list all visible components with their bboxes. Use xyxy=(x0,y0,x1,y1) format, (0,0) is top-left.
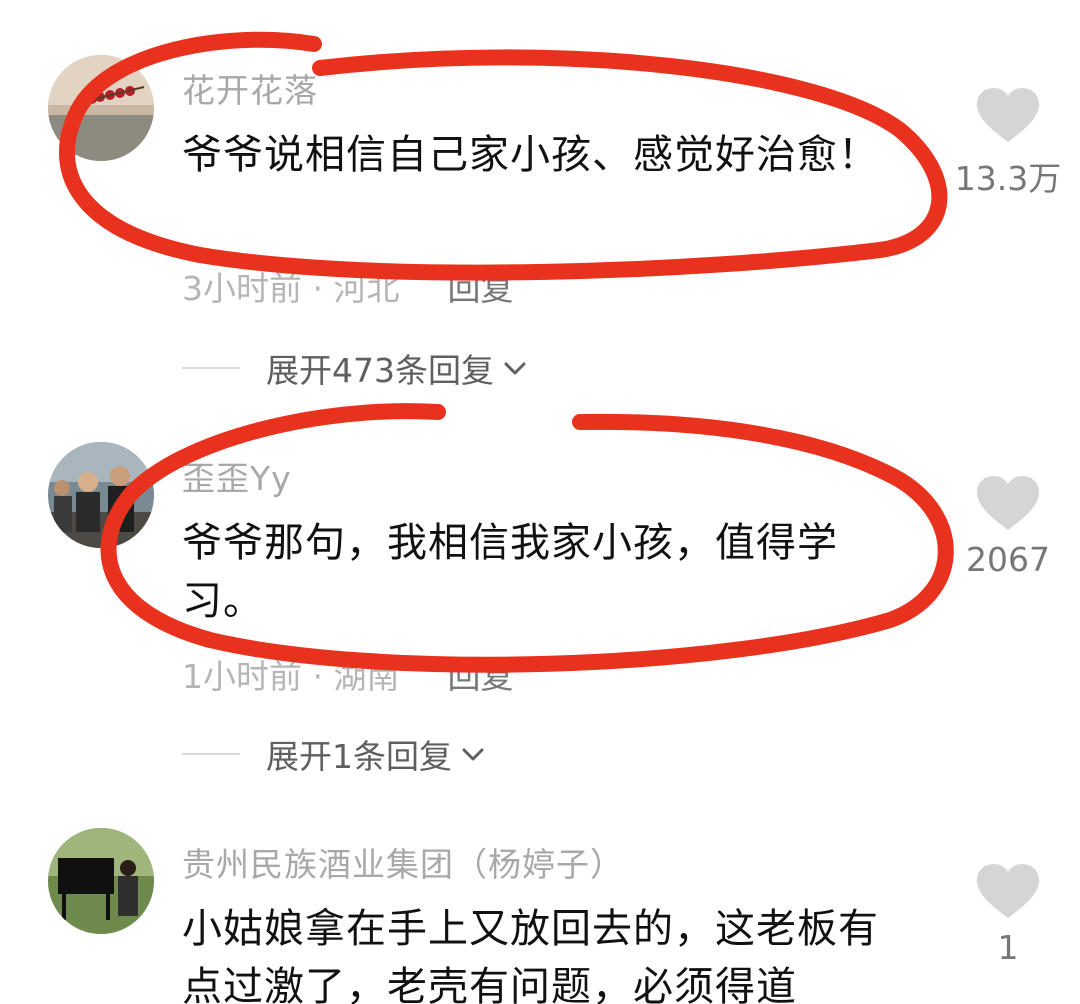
avatar-image xyxy=(48,828,154,934)
like-button[interactable]: 1 xyxy=(948,862,1068,967)
like-count: 1 xyxy=(997,928,1019,967)
comment-item: 贵州民族酒业集团（杨婷子） 小姑娘拿在手上又放回去的，这老板有点过激了，老壳有问… xyxy=(0,0,1080,1004)
comment-text: 小姑娘拿在手上又放回去的，这老板有点过激了，老壳有问题，必须得道 xyxy=(182,906,879,1004)
heart-icon xyxy=(977,864,1039,918)
comment-list: 花开花落 爷爷说相信自己家小孩、感觉好治愈！ 3小时前 · 河北 回复 展开473… xyxy=(0,0,1080,1004)
avatar[interactable] xyxy=(48,828,154,934)
comment-username[interactable]: 贵州民族酒业集团（杨婷子） xyxy=(182,838,624,886)
